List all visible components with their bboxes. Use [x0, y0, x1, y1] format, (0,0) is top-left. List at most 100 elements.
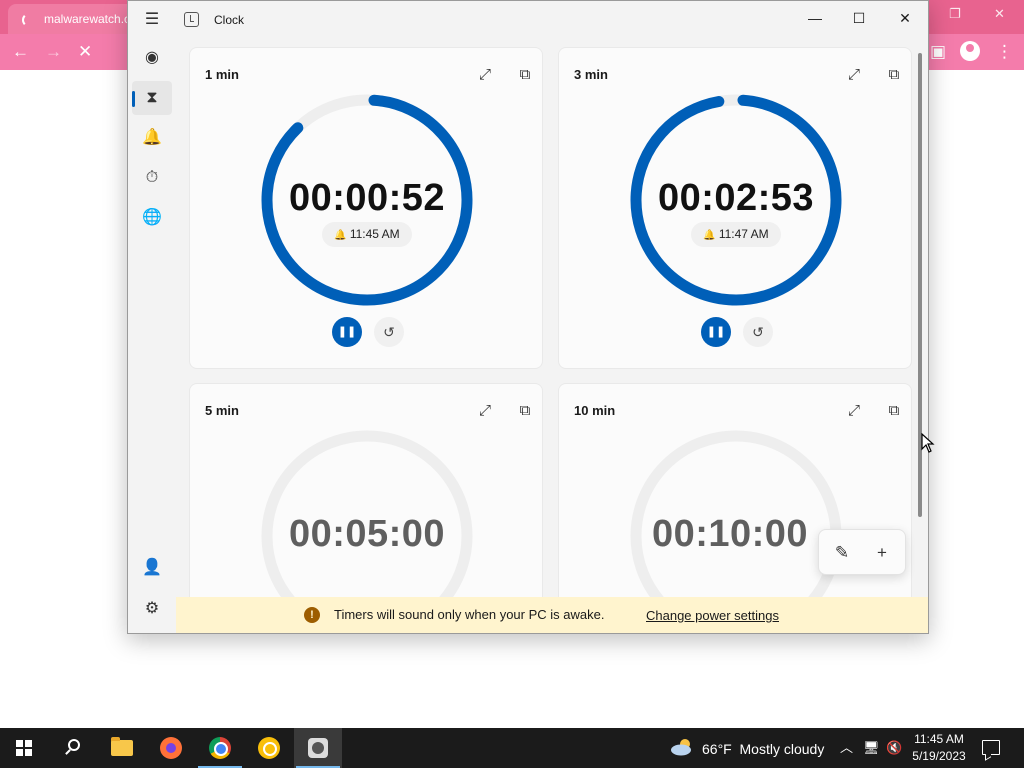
add-timer-button[interactable]: + [867, 538, 897, 568]
windows-logo-icon [16, 740, 32, 756]
minimize-button[interactable]: — [792, 1, 838, 35]
close-button[interactable]: ✕ [882, 1, 928, 35]
settings-icon: ⚙ [144, 600, 160, 617]
start-button[interactable] [0, 728, 48, 768]
plus-icon: + [877, 543, 887, 562]
pause-button[interactable]: ❚❚ [332, 317, 362, 347]
nav-alarm[interactable]: 🔔 [132, 121, 172, 155]
network-icon[interactable]: 🖥 [863, 740, 880, 756]
timer-title: 10 min [574, 403, 616, 418]
taskbar-file-explorer[interactable] [98, 728, 146, 768]
account-icon: 👤 [142, 559, 162, 576]
expand-icon[interactable]: ⤢ [843, 64, 865, 86]
search-icon [68, 739, 80, 751]
forward-icon[interactable]: → [45, 42, 62, 62]
timer-grid: 1 min ⤢ ⧉ 00:00:52 🔔 11:45 AM ❚❚ ↺ 3 min … [176, 39, 916, 597]
timer-title: 1 min [205, 67, 239, 82]
pause-button[interactable]: ❚❚ [701, 317, 731, 347]
pencil-icon: ✎ [834, 543, 850, 562]
alarm-time-pill: 🔔 11:45 AM [322, 222, 412, 247]
taskbar-search-button[interactable] [48, 728, 96, 768]
browser-tab[interactable]: malwarewatch.c [8, 4, 138, 34]
world-clock-icon: 🌐 [142, 209, 162, 226]
back-icon[interactable]: ← [12, 42, 29, 62]
chrome-icon [209, 737, 231, 759]
taskbar-chrome-canary[interactable] [245, 728, 293, 768]
timer-display: 00:05:00 [288, 513, 446, 555]
reset-icon: ↺ [752, 324, 764, 340]
clock-app-icon [184, 12, 199, 27]
weather-widget[interactable]: 66°F Mostly cloudy [702, 741, 824, 757]
bell-icon: 🔔 [703, 230, 716, 241]
timer-title: 5 min [205, 403, 239, 418]
sidebar-icon[interactable]: ▣ [930, 42, 946, 62]
notification-center-icon[interactable] [982, 740, 1000, 755]
reset-icon: ↺ [383, 324, 395, 340]
timer-display: 00:00:52 [288, 177, 446, 219]
nav-focus-sessions[interactable]: ◉ [132, 41, 172, 75]
weather-cloudy-icon[interactable] [670, 738, 694, 756]
file-explorer-icon [111, 737, 133, 756]
stop-loading-icon[interactable]: ✕ [78, 42, 92, 62]
alarm-time: 11:47 AM [718, 227, 769, 241]
nav-selection-indicator [132, 91, 135, 107]
browser-close-icon[interactable]: ✕ [994, 6, 1005, 22]
timer-card[interactable]: 5 min ⤢ ⧉ 00:05:00 [189, 383, 543, 597]
stopwatch-icon: ⏱ [145, 169, 159, 186]
clock-window: Clock — ☐ ✕ ☰ ◉ ⧗ 🔔 ⏱ 🌐 👤 ⚙ 1 min ⤢ ⧉ 00… [127, 0, 929, 634]
timer-progress-ring [630, 430, 842, 597]
alarm-time-pill: 🔔 11:47 AM [691, 222, 781, 247]
keep-on-top-icon[interactable]: ⧉ [883, 64, 905, 86]
pause-icon: ❚❚ [337, 326, 357, 338]
focus-sessions-icon: ◉ [145, 49, 159, 66]
taskbar-chrome[interactable] [196, 728, 244, 768]
chrome-canary-icon [258, 737, 280, 759]
reset-button[interactable]: ↺ [374, 317, 404, 347]
weather-temp: 66°F [702, 741, 732, 757]
keep-on-top-icon[interactable]: ⧉ [514, 400, 536, 422]
bell-icon: 🔔 [334, 230, 347, 241]
alarm-time: 11:45 AM [349, 227, 400, 241]
alarm-icon: 🔔 [142, 129, 162, 146]
taskbar-time[interactable]: 11:45 AM [908, 732, 970, 746]
timer-title: 3 min [574, 67, 608, 82]
navigation-rail: ☰ ◉ ⧗ 🔔 ⏱ 🌐 👤 ⚙ [128, 1, 176, 633]
change-power-settings-link[interactable]: Change power settings [646, 608, 779, 623]
browser-menu-icon[interactable]: ⋮ [996, 42, 1013, 62]
menu-toggle-button[interactable]: ☰ [132, 3, 172, 37]
browser-tab-title: malwarewatch.c [44, 12, 131, 26]
nav-account[interactable]: 👤 [132, 551, 172, 585]
warning-icon: ! [304, 607, 320, 623]
info-bar: ! Timers will sound only when your PC is… [176, 597, 928, 633]
firefox-icon [160, 737, 182, 759]
timer-display: 00:02:53 [657, 177, 815, 219]
weather-condition: Mostly cloudy [739, 741, 825, 757]
taskbar-clock[interactable] [294, 728, 342, 768]
taskbar-date[interactable]: 5/19/2023 [908, 749, 970, 763]
clock-app-icon [308, 738, 328, 758]
expand-icon[interactable]: ⤢ [474, 64, 496, 86]
keep-on-top-icon[interactable]: ⧉ [514, 64, 536, 86]
timer-card[interactable]: 1 min ⤢ ⧉ 00:00:52 🔔 11:45 AM ❚❚ ↺ [189, 47, 543, 369]
browser-restore-icon[interactable]: ❐ [949, 6, 961, 22]
nav-world-clock[interactable]: 🌐 [132, 201, 172, 235]
edit-timers-button[interactable]: ✎ [827, 538, 857, 568]
expand-icon[interactable]: ⤢ [843, 400, 865, 422]
timer-card[interactable]: 3 min ⤢ ⧉ 00:02:53 🔔 11:47 AM ❚❚ ↺ [558, 47, 912, 369]
timer-icon: ⧗ [146, 89, 158, 106]
expand-icon[interactable]: ⤢ [474, 400, 496, 422]
volume-muted-icon[interactable]: 🔇 [886, 740, 902, 756]
nav-stopwatch[interactable]: ⏱ [132, 161, 172, 195]
info-message: Timers will sound only when your PC is a… [334, 607, 605, 622]
maximize-button[interactable]: ☐ [836, 1, 882, 35]
nav-settings[interactable]: ⚙ [132, 592, 172, 626]
keep-on-top-icon[interactable]: ⧉ [883, 400, 905, 422]
nav-timer[interactable]: ⧗ [132, 81, 172, 115]
reset-button[interactable]: ↺ [743, 317, 773, 347]
timer-actions: ✎ + [818, 529, 906, 575]
show-hidden-icons-chevron-icon[interactable]: ︿ [840, 740, 853, 756]
profile-icon[interactable] [960, 41, 980, 61]
timer-progress-ring [261, 430, 473, 597]
title-bar[interactable]: Clock — ☐ ✕ [128, 1, 928, 39]
taskbar-firefox[interactable] [147, 728, 195, 768]
